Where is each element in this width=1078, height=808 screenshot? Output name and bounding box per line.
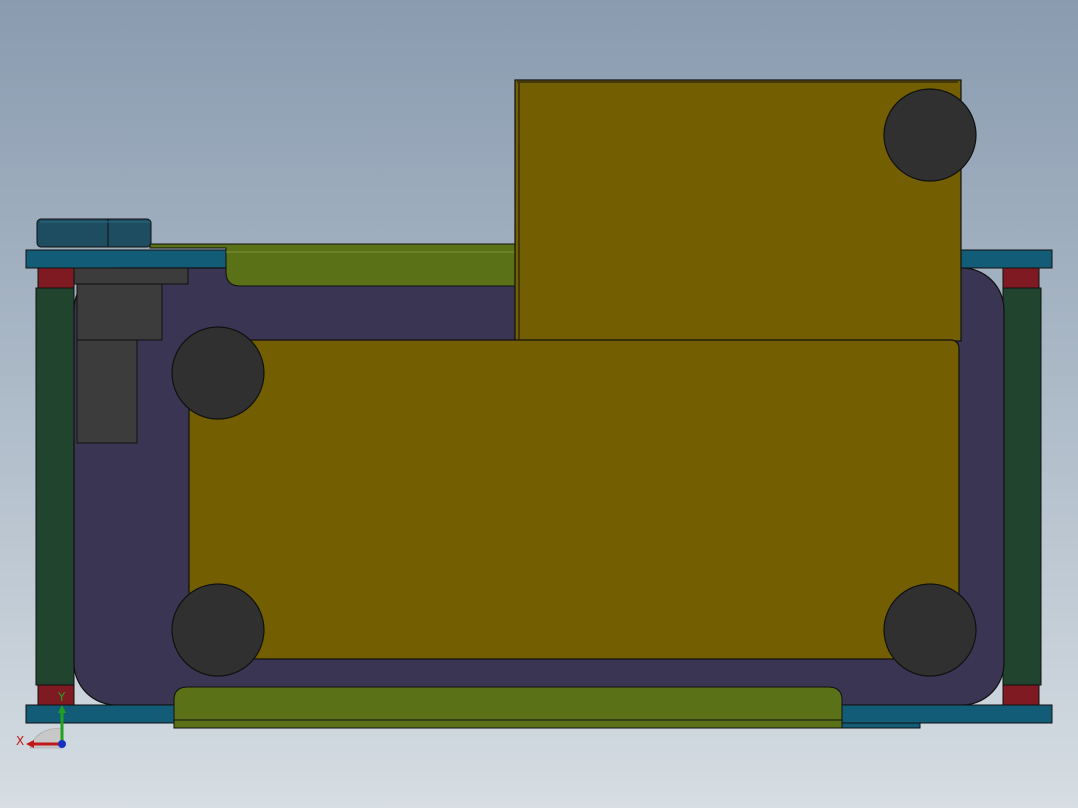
- triad-z-origin: [58, 740, 66, 748]
- bolt-head-lower-left: [171, 583, 265, 677]
- main-mustard-plate: [188, 339, 960, 660]
- bottom-left-teal-bar: [25, 704, 177, 724]
- triad-y-label: Y: [57, 690, 66, 704]
- bolt-head-lower-right: [883, 583, 977, 677]
- hex-nut: [36, 218, 152, 248]
- gray-block-upper: [76, 283, 163, 341]
- bolt-head-upper-right: [883, 88, 977, 182]
- bottom-right-teal-bar: [839, 704, 1053, 724]
- top-left-teal-bar: [25, 249, 227, 269]
- gray-block-lower: [76, 339, 138, 444]
- bottom-olive-rail: [173, 686, 843, 729]
- bolt-head-upper-left: [171, 326, 265, 420]
- right-roller: [1002, 287, 1042, 686]
- red-spacer-tr: [1002, 267, 1040, 289]
- triad-x-arrow: [26, 740, 34, 748]
- cad-viewport[interactable]: X Y: [0, 0, 1078, 808]
- top-right-teal-bar: [959, 249, 1053, 269]
- red-spacer-br: [1002, 684, 1040, 706]
- left-roller: [35, 287, 75, 686]
- gray-bracket: [73, 267, 189, 285]
- triad-x-label: X: [16, 734, 24, 748]
- red-spacer-bl: [37, 684, 75, 706]
- red-spacer-tl: [37, 267, 75, 289]
- assembly-drawing: X Y: [16, 79, 1053, 749]
- bottom-right-teal-lip: [839, 722, 921, 729]
